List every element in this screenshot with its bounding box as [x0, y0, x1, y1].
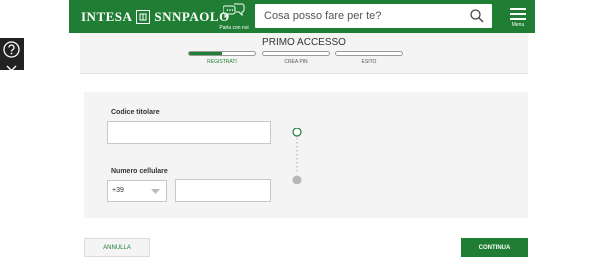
- search-icon[interactable]: [470, 9, 484, 28]
- steps-panel: PRIMO ACCESSO REGISTRATI CREA PIN ESITO: [80, 33, 528, 74]
- form-progress-track: [291, 127, 303, 185]
- search-input[interactable]: [255, 4, 465, 28]
- form-step-marker-inactive: [292, 175, 302, 185]
- step-crea-pin: CREA PIN: [262, 51, 330, 67]
- chat-icon: [222, 3, 245, 24]
- step-registrati: REGISTRATI: [188, 51, 256, 67]
- phone-field[interactable]: [175, 179, 271, 202]
- step-progress-fill: [189, 52, 222, 55]
- chat-button[interactable]: Parla con noi: [214, 3, 254, 31]
- chevron-down-icon: [151, 189, 160, 196]
- form-panel: Codice titolare Numero cellulare +39: [84, 92, 528, 218]
- step-progress-bar: [335, 51, 403, 56]
- step-esito: ESITO: [335, 51, 403, 67]
- phone-prefix-value: +39: [112, 187, 124, 194]
- phone-label: Numero cellulare: [111, 168, 168, 175]
- step-label: CREA PIN: [284, 59, 308, 65]
- phone-prefix-select[interactable]: +39: [107, 180, 167, 202]
- menu-button[interactable]: Menu: [508, 8, 528, 30]
- step-progress-bar: [188, 51, 256, 56]
- logo-text-left: INTESA: [81, 8, 133, 24]
- menu-icon: [510, 8, 526, 10]
- menu-icon-bar: [510, 13, 526, 15]
- step-label: ESITO: [361, 59, 377, 65]
- cancel-button[interactable]: ANNULLA: [84, 238, 150, 257]
- chevron-down-icon[interactable]: [6, 59, 17, 77]
- step-label: REGISTRATI: [207, 59, 237, 65]
- menu-icon-bar: [510, 18, 526, 20]
- top-header: INTESA SNNPAOLO Parla con noi Menu: [69, 0, 535, 33]
- brand-logo[interactable]: INTESA SNNPAOLO: [81, 8, 230, 25]
- continue-button[interactable]: CONTINUA: [461, 238, 528, 257]
- search-box: [255, 4, 492, 28]
- code-label: Codice titolare: [111, 109, 160, 116]
- chat-label: Parla con noi: [219, 25, 249, 31]
- logo-mark-icon: [136, 9, 151, 24]
- step-progress-bar: [262, 51, 330, 56]
- code-field[interactable]: [107, 121, 271, 144]
- form-step-marker-active: [292, 127, 302, 137]
- page-title: PRIMO ACCESSO: [262, 37, 346, 48]
- help-widget[interactable]: [0, 38, 24, 72]
- menu-label: Menu: [511, 22, 525, 28]
